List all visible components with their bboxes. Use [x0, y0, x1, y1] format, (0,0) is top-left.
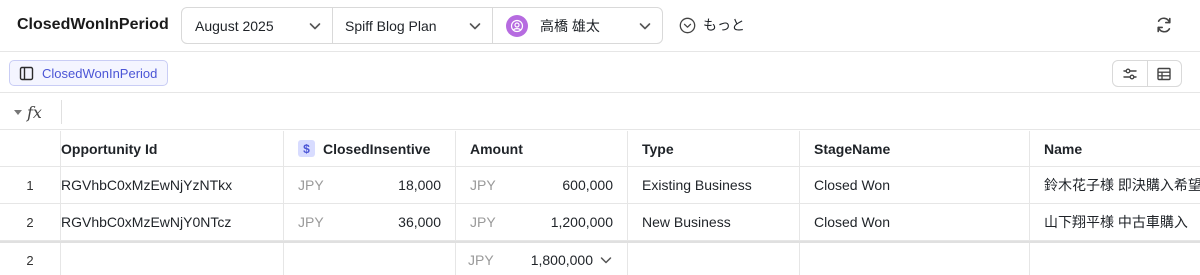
table-row[interactable]: 2 RGVhbC0xMzEwNjY0NTcz JPY 36,000 JPY 1,…	[0, 204, 1200, 241]
opportunity-id-cell[interactable]: RGVhbC0xMzEwNjYzNTkx	[61, 167, 284, 203]
fx-icon: fx	[27, 103, 42, 122]
amount-summary-cell[interactable]: JPY 1,800,000	[456, 243, 628, 275]
user-avatar-icon	[506, 14, 528, 37]
stage-name-cell[interactable]: Closed Won	[800, 204, 1030, 240]
name-cell[interactable]: 山下翔平様 中古車購入	[1030, 204, 1200, 240]
summary-cell[interactable]	[628, 243, 800, 275]
table-view-button[interactable]	[1146, 61, 1181, 86]
currency-label: JPY	[470, 214, 496, 230]
currency-label: JPY	[470, 177, 496, 193]
formula-bar: fx	[0, 94, 1200, 130]
column-header-label: StageName	[814, 140, 891, 157]
amount-cell[interactable]: JPY 1,200,000	[456, 204, 628, 240]
filter-settings-button[interactable]	[1113, 61, 1147, 86]
chevron-down-icon	[639, 23, 651, 30]
column-header-label: Opportunity Id	[61, 140, 158, 157]
column-header-stage-name[interactable]: StageName	[800, 131, 1030, 166]
more-button-label: もっと	[703, 17, 745, 33]
table-tab-label: ClosedWonInPeriod	[42, 65, 158, 81]
currency-label: JPY	[298, 177, 324, 193]
currency-label: JPY	[298, 214, 324, 230]
insentive-value: 18,000	[398, 177, 441, 193]
opportunity-id-cell[interactable]: RGVhbC0xMzEwNjY0NTcz	[61, 204, 284, 240]
table-row[interactable]: 1 RGVhbC0xMzEwNjYzNTkx JPY 18,000 JPY 60…	[0, 167, 1200, 204]
row-number-header	[0, 131, 61, 166]
currency-label: JPY	[468, 252, 494, 268]
type-cell[interactable]: Existing Business	[628, 167, 800, 203]
top-bar: ClosedWonInPeriod August 2025 Spiff Blog…	[0, 0, 1200, 52]
column-header-opportunity-id[interactable]: Opportunity Id	[61, 131, 284, 166]
user-filter[interactable]: 高橋 雄太	[492, 8, 662, 43]
column-header-label: Type	[642, 140, 674, 157]
row-number: 1	[0, 167, 61, 203]
summary-cell[interactable]	[1030, 243, 1200, 275]
table-toolbar: ClosedWonInPeriod	[0, 53, 1200, 93]
column-header-type[interactable]: Type	[628, 131, 800, 166]
chevron-down-icon	[469, 23, 481, 30]
month-filter[interactable]: August 2025	[182, 8, 332, 43]
more-button[interactable]: もっと	[679, 15, 745, 35]
table-icon	[1157, 67, 1172, 80]
name-cell[interactable]: 鈴木花子様 即決購入希望	[1030, 167, 1200, 203]
dollar-icon: $	[298, 140, 315, 157]
stage-name-cell[interactable]: Closed Won	[800, 167, 1030, 203]
view-toggle	[1112, 60, 1182, 87]
row-count: 2	[0, 243, 61, 275]
closed-insentive-cell[interactable]: JPY 36,000	[284, 204, 456, 240]
plan-filter-label: Spiff Blog Plan	[345, 17, 437, 34]
filter-group: August 2025 Spiff Blog Plan 高橋 雄太	[181, 7, 663, 44]
chevron-down-icon	[309, 23, 321, 30]
sliders-icon	[1123, 68, 1137, 79]
type-cell[interactable]: New Business	[628, 204, 800, 240]
chevron-down-icon[interactable]	[599, 253, 613, 267]
table-tab[interactable]: ClosedWonInPeriod	[9, 60, 169, 86]
column-header-name[interactable]: Name	[1030, 131, 1200, 166]
closed-insentive-cell[interactable]: JPY 18,000	[284, 167, 456, 203]
summary-cell[interactable]	[284, 243, 456, 275]
row-number: 2	[0, 204, 61, 240]
refresh-icon[interactable]	[1154, 15, 1174, 35]
amount-total-value: 1,800,000	[530, 252, 593, 268]
caret-down-icon[interactable]	[14, 110, 22, 115]
table-columns-icon	[19, 66, 34, 80]
amount-cell[interactable]: JPY 600,000	[456, 167, 628, 203]
chevron-circle-down-icon	[679, 17, 696, 33]
summary-cell[interactable]	[800, 243, 1030, 275]
amount-value: 600,000	[562, 177, 613, 193]
formula-separator	[61, 100, 62, 124]
column-header-label: Name	[1044, 140, 1083, 157]
column-header-amount[interactable]: Amount	[456, 131, 628, 166]
app-title: ClosedWonInPeriod	[17, 16, 169, 33]
insentive-value: 36,000	[398, 214, 441, 230]
month-filter-label: August 2025	[195, 17, 274, 34]
user-filter-label: 高橋 雄太	[540, 17, 600, 34]
summary-cell[interactable]	[61, 243, 284, 275]
column-header-label: Amount	[470, 140, 523, 157]
amount-value: 1,200,000	[550, 214, 613, 230]
column-header-closed-insentive[interactable]: $ ClosedInsentive	[284, 131, 456, 166]
column-header-label: ClosedInsentive	[323, 140, 431, 157]
summary-row: 2 JPY 1,800,000	[0, 241, 1200, 275]
header-row: Opportunity Id $ ClosedInsentive Amount …	[0, 131, 1200, 167]
plan-filter[interactable]: Spiff Blog Plan	[332, 8, 492, 43]
